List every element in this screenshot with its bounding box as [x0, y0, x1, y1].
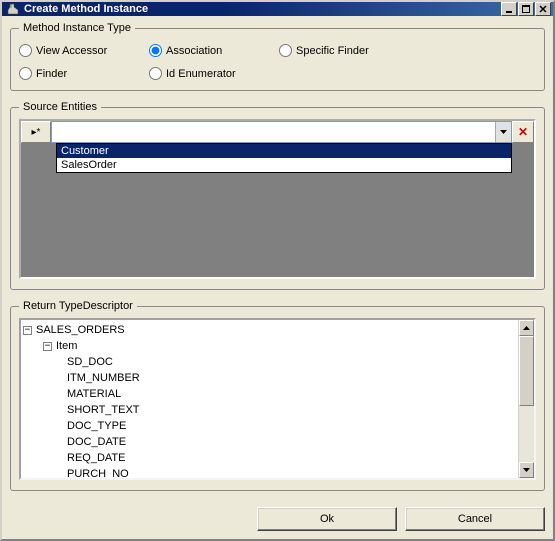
- tree-leaf[interactable]: DOC_DATE: [23, 434, 516, 450]
- return-type-group: Return TypeDescriptor − SALES_ORDERS − I…: [10, 300, 545, 491]
- radio-finder-input[interactable]: [19, 67, 32, 80]
- method-type-group: Method Instance Type View Accessor Assoc…: [10, 22, 545, 91]
- tree-leaf[interactable]: PURCH_NO: [23, 466, 516, 478]
- type-tree: − SALES_ORDERS − Item SD_DOC ITM_NUMBER …: [19, 318, 536, 480]
- radio-id-enumerator-input[interactable]: [149, 67, 162, 80]
- tree-scrollbar[interactable]: [518, 320, 534, 478]
- radio-association-input[interactable]: [149, 44, 162, 57]
- dropdown-item-customer[interactable]: Customer: [57, 144, 511, 158]
- source-entities-group: Source Entities ▸* ✕ Customer: [10, 101, 545, 290]
- source-entities-grid: ▸* ✕ Customer SalesOrder: [19, 119, 536, 279]
- tree-item[interactable]: − Item: [23, 338, 516, 354]
- minimize-button[interactable]: [501, 2, 517, 16]
- expander-minus-icon[interactable]: −: [23, 326, 32, 335]
- scroll-up-button[interactable]: [519, 320, 534, 336]
- entity-dropdown: Customer SalesOrder: [56, 143, 512, 173]
- radio-view-accessor-input[interactable]: [19, 44, 32, 57]
- close-icon: [539, 5, 547, 13]
- source-entities-legend: Source Entities: [19, 101, 101, 113]
- return-type-legend: Return TypeDescriptor: [19, 300, 137, 312]
- chevron-down-icon: [500, 130, 507, 134]
- tree-leaf[interactable]: REQ_DATE: [23, 450, 516, 466]
- minimize-icon: [505, 5, 513, 13]
- maximize-button[interactable]: [518, 2, 534, 16]
- tree-root[interactable]: − SALES_ORDERS: [23, 322, 516, 338]
- tree-leaf[interactable]: MATERIAL: [23, 386, 516, 402]
- ok-button[interactable]: Ok: [257, 507, 397, 531]
- combo-dropdown-button[interactable]: [495, 122, 511, 142]
- radio-specific-finder-input[interactable]: [279, 44, 292, 57]
- radio-finder[interactable]: Finder: [19, 67, 149, 80]
- scroll-down-button[interactable]: [519, 462, 534, 478]
- radio-specific-finder[interactable]: Specific Finder: [279, 44, 409, 57]
- app-icon: [6, 2, 20, 16]
- chevron-down-icon: [523, 468, 530, 472]
- scroll-thumb[interactable]: [519, 336, 534, 406]
- radio-id-enumerator[interactable]: Id Enumerator: [149, 67, 279, 80]
- radio-view-accessor[interactable]: View Accessor: [19, 44, 149, 57]
- titlebar[interactable]: Create Method Instance: [2, 2, 553, 16]
- titlebar-text: Create Method Instance: [24, 3, 500, 15]
- maximize-icon: [522, 5, 530, 13]
- tree-leaf[interactable]: ITM_NUMBER: [23, 370, 516, 386]
- dropdown-item-salesorder[interactable]: SalesOrder: [57, 158, 511, 172]
- tree-leaf[interactable]: SD_DOC: [23, 354, 516, 370]
- tree-leaf[interactable]: DOC_TYPE: [23, 418, 516, 434]
- delete-row-button[interactable]: ✕: [512, 121, 534, 143]
- dialog-window: Create Method Instance Method Instance T…: [0, 0, 555, 541]
- close-button[interactable]: [535, 2, 551, 16]
- entity-combo-input[interactable]: [52, 122, 495, 142]
- delete-x-icon: ✕: [518, 125, 528, 139]
- row-header[interactable]: ▸*: [21, 121, 51, 143]
- chevron-up-icon: [523, 326, 530, 330]
- entity-combo[interactable]: [51, 121, 512, 143]
- radio-association[interactable]: Association: [149, 44, 279, 57]
- expander-minus-icon[interactable]: −: [43, 342, 52, 351]
- cancel-button[interactable]: Cancel: [405, 507, 545, 531]
- tree-leaf[interactable]: SHORT_TEXT: [23, 402, 516, 418]
- method-type-legend: Method Instance Type: [19, 22, 135, 34]
